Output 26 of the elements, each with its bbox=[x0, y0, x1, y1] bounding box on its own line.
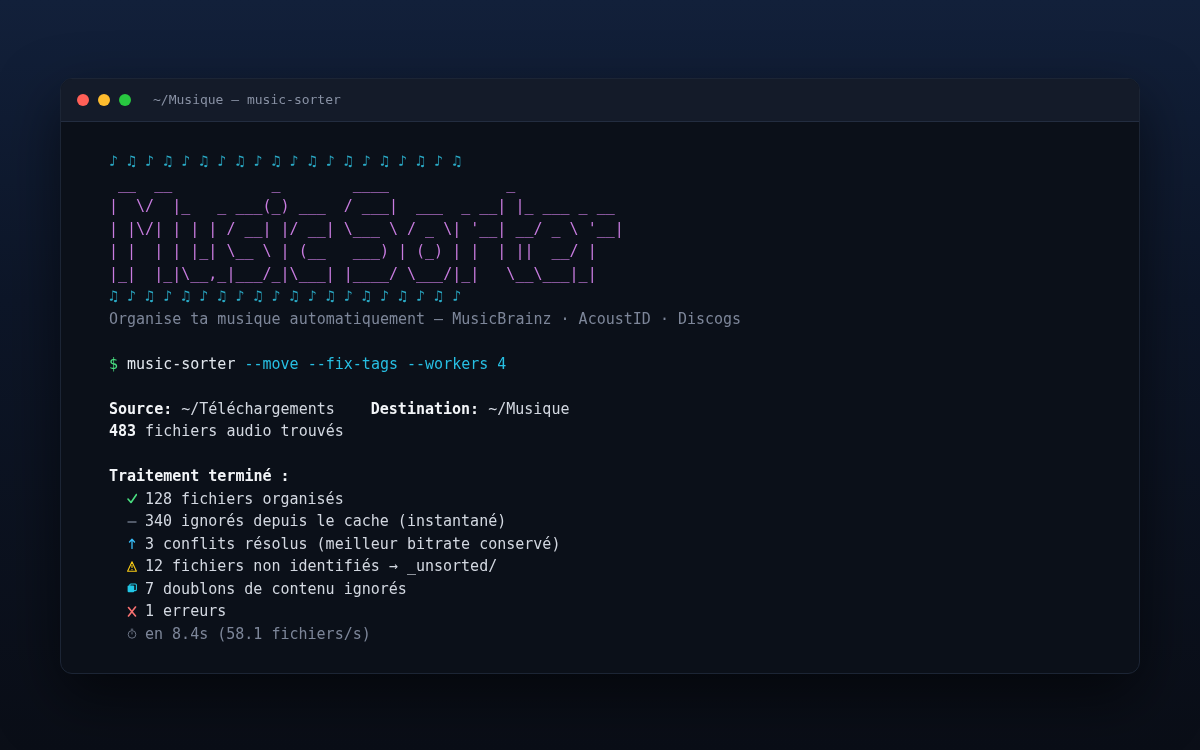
result-text: 340 ignorés depuis le cache (instantané) bbox=[145, 511, 507, 532]
window-maximize-button[interactable] bbox=[119, 94, 131, 106]
files-found-text: 483 fichiers audio trouvés bbox=[109, 422, 344, 440]
tagline-text: Organise ta musique automatiquement — MusicBrainz · AcoustID · Discogs bbox=[109, 309, 742, 328]
window-minimize-button[interactable] bbox=[98, 94, 110, 106]
up-arrow-icon bbox=[127, 538, 137, 550]
command-line: $ music-sorter --move --fix-tags --workers 4 bbox=[109, 354, 507, 373]
check-icon bbox=[127, 493, 137, 505]
copy-icon bbox=[127, 583, 137, 595]
result-text: 3 conflits résolus (meilleur bitrate conservé) bbox=[145, 533, 561, 555]
summary-heading: Traitement terminé : bbox=[109, 467, 290, 485]
cross-icon bbox=[127, 605, 137, 617]
result-text: 1 erreurs bbox=[145, 601, 227, 622]
result-text: 12 fichiers non identifiés → _unsorted/ bbox=[145, 556, 498, 577]
result-text: 7 doublons de contenu ignorés bbox=[145, 578, 407, 600]
stopwatch-icon bbox=[127, 628, 137, 640]
ascii-art-title: __ __ _ ____ _ | \/ |_ _ ___(_) ___ / ___| ___ _ __| |_ ___ _ __ | |\/| | | | / __| |/ __| \___ \ / _ \| '__| __/ _ \ '__| | | | | |_| \__ \ | (__ ___) | (_) | | | || __/ | |_| |_|\__,_|___/_|\___| |____/ \___/|_| \__\___|_| bbox=[109, 173, 624, 285]
destination-path-text: Destination: ~/Musique bbox=[370, 398, 570, 420]
music-notes-line: ♪ ♫ ♪ ♫ ♪ ♫ ♪ ♫ ♪ ♫ ♪ ♫ ♪ ♫ ♪ ♫ ♪ ♫ ♪ ♫ bbox=[109, 152, 462, 170]
result-text: 128 fichiers organisés bbox=[145, 488, 344, 510]
window-title: ~/Musique — music-sorter bbox=[153, 91, 341, 110]
result-text: en 8.4s (58.1 fichiers/s) bbox=[145, 623, 371, 645]
music-notes-line: ♫ ♪ ♫ ♪ ♫ ♪ ♫ ♪ ♫ ♪ ♫ ♪ ♫ ♪ ♫ ♪ ♫ ♪ ♫ ♪ bbox=[109, 287, 462, 305]
source-path-text: Source: ~/Téléchargements bbox=[109, 398, 335, 420]
window-close-button[interactable] bbox=[77, 94, 89, 106]
warning-icon bbox=[127, 560, 137, 572]
